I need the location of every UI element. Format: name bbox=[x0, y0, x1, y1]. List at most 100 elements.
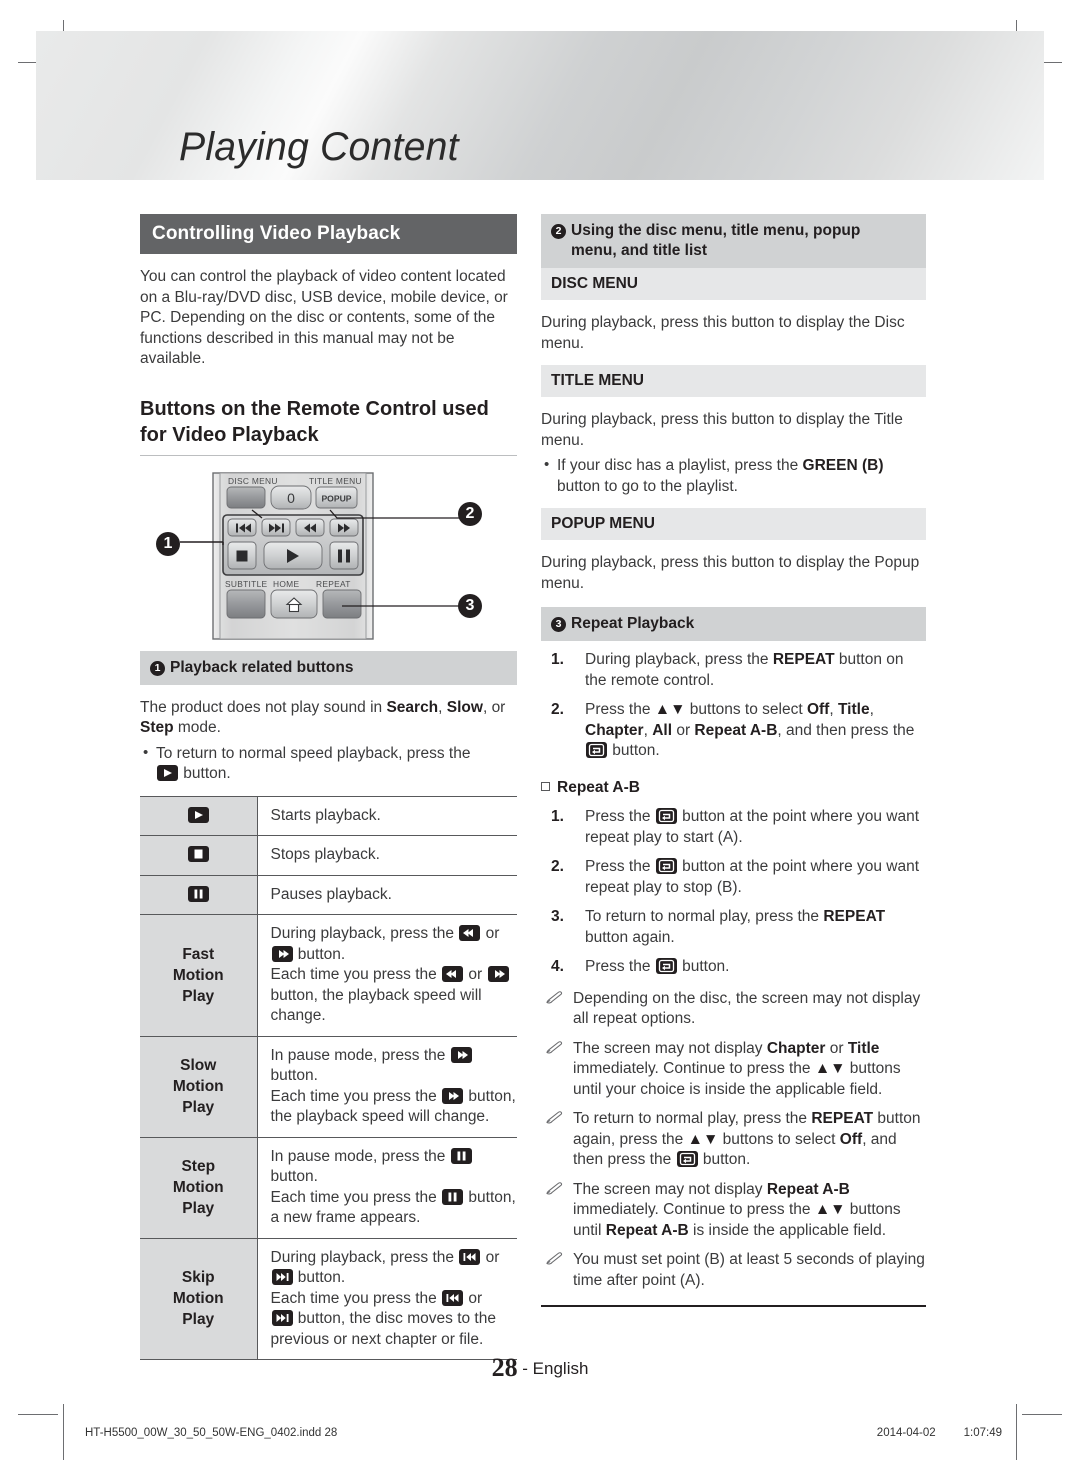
disc-menu-section-heading: 2 Using the disc menu, title menu, popup … bbox=[541, 214, 926, 268]
enter-icon bbox=[676, 1151, 698, 1167]
right-column: 2 Using the disc menu, title menu, popup … bbox=[541, 214, 926, 1307]
marker-2: 2 bbox=[551, 224, 566, 239]
repeat-ab-step-3: 3. To return to normal play, press the RE… bbox=[551, 908, 886, 946]
table-row: Slow Motion Play In pause mode, press th… bbox=[140, 1035, 517, 1137]
skip-next-icon bbox=[271, 1269, 293, 1285]
playback-buttons-heading: 1 Playback related buttons bbox=[140, 650, 517, 685]
row-key-skip-motion-play: Skip Motion Play bbox=[140, 1237, 258, 1360]
subsection-heading: Buttons on the Remote Control used for V… bbox=[140, 397, 489, 446]
callout-3: 3 bbox=[458, 593, 487, 618]
title-menu-title: TITLE MENU bbox=[541, 365, 926, 397]
disc-menu-body: During playback, press this button to di… bbox=[541, 314, 905, 352]
note-5: You must set point (B) at least 5 second… bbox=[541, 1250, 926, 1291]
skip-previous-icon bbox=[442, 1289, 464, 1306]
popup-menu-title: POPUP MENU bbox=[541, 508, 926, 540]
repeat-ab-step-4: 4. Press the button. bbox=[551, 958, 730, 975]
crop-mark-right-bottom bbox=[1022, 1414, 1062, 1415]
row-value-step-motion-play: In pause mode, press the button. Each tim… bbox=[257, 1136, 517, 1238]
disc-menu-heading-line1: Using the disc menu, title menu, popup bbox=[571, 222, 861, 239]
repeat-steps-list: 1. During playback, press the REPEAT butt… bbox=[541, 650, 926, 762]
pencil-icon bbox=[545, 1252, 565, 1273]
svg-text:0: 0 bbox=[287, 490, 295, 506]
row-key-step-motion-play: Step Motion Play bbox=[140, 1136, 258, 1238]
repeat-notes-list: Depending on the disc, the screen may no… bbox=[541, 989, 926, 1292]
section-title-bar: Controlling Video Playback bbox=[140, 214, 517, 254]
repeat-step-2: 2. Press the ▲▼ buttons to select Off, Ti… bbox=[551, 701, 915, 759]
repeat-ab-subheading: Repeat A-B bbox=[541, 778, 926, 799]
imprint-timestamp: 2014-04-02 1:07:49 bbox=[877, 1427, 1002, 1439]
pencil-icon bbox=[545, 990, 565, 1012]
svg-text:REPEAT: REPEAT bbox=[316, 579, 351, 589]
left-column: Controlling Video Playback You can contr… bbox=[140, 214, 517, 1360]
playback-buttons-table: Starts playback. Stops playback. Pauses … bbox=[140, 795, 517, 1361]
page-number: 28 bbox=[491, 1353, 518, 1382]
intro-paragraph: You can control the playback of video co… bbox=[140, 268, 508, 367]
square-bullet-icon bbox=[541, 781, 550, 791]
row-key-pause bbox=[140, 874, 258, 915]
page-number-footer: 28 - English bbox=[0, 1353, 1080, 1383]
repeat-ab-steps-list: 1. Press the button at the point where yo… bbox=[541, 807, 926, 978]
skip-next-icon bbox=[271, 1310, 293, 1326]
section-end-rule bbox=[541, 1305, 926, 1307]
chapter-title: Playing Content bbox=[179, 125, 459, 169]
crop-mark-bottom-right bbox=[1016, 1404, 1017, 1460]
svg-text:TITLE MENU: TITLE MENU bbox=[309, 476, 362, 486]
enter-icon bbox=[655, 808, 677, 824]
enter-icon bbox=[655, 858, 677, 874]
rewind-icon bbox=[442, 966, 464, 982]
svg-text:DISC MENU: DISC MENU bbox=[228, 476, 278, 486]
row-key-play bbox=[140, 795, 258, 836]
enter-icon bbox=[586, 742, 607, 758]
table-row: Starts playback. bbox=[140, 795, 517, 836]
table-row: Fast Motion Play During playback, press … bbox=[140, 914, 517, 1036]
repeat-ab-step-2: 2. Press the button at the point where yo… bbox=[551, 858, 920, 896]
pencil-icon bbox=[545, 1111, 565, 1132]
fast-forward-icon bbox=[487, 966, 509, 982]
row-value-slow-motion-play: In pause mode, press the button. Each tim… bbox=[257, 1035, 517, 1137]
title-menu-body: During playback, press this button to di… bbox=[541, 411, 903, 449]
pencil-icon bbox=[545, 1181, 565, 1203]
rewind-icon bbox=[459, 925, 481, 941]
manual-page: Playing Content Controlling Video Playba… bbox=[0, 0, 1080, 1479]
row-value-skip-motion-play: During playback, press the or button. Eac… bbox=[257, 1237, 517, 1360]
table-row: Skip Motion Play During playback, press … bbox=[140, 1237, 517, 1360]
crop-mark-bottom-left bbox=[63, 1404, 64, 1460]
heading-divider bbox=[140, 454, 517, 456]
page-language: - English bbox=[522, 1359, 589, 1378]
repeat-playback-heading-label: Repeat Playback bbox=[571, 615, 695, 632]
imprint-date: 2014-04-02 bbox=[876, 1427, 936, 1439]
svg-text:SUBTITLE: SUBTITLE bbox=[225, 579, 268, 589]
imprint-filename: HT-H5500_00W_30_50_50W-ENG_0402.indd 28 bbox=[85, 1427, 338, 1439]
normal-speed-bullet-list: To return to normal speed playback, pres… bbox=[140, 743, 517, 785]
note-4: The screen may not display Repeat A-B im… bbox=[541, 1180, 926, 1242]
pause-icon bbox=[450, 1147, 472, 1164]
row-value-stop: Stops playback. bbox=[257, 835, 517, 875]
row-value-fast-motion-play: During playback, press the or button. Eac… bbox=[257, 914, 517, 1036]
table-row: Stops playback. bbox=[140, 835, 517, 875]
normal-speed-bullet: To return to normal speed playback, pres… bbox=[140, 743, 517, 785]
play-icon bbox=[157, 765, 178, 781]
chapter-banner: Playing Content bbox=[36, 31, 1044, 180]
row-key-stop bbox=[140, 835, 258, 875]
fast-forward-icon bbox=[442, 1087, 464, 1104]
row-value-pause: Pauses playback. bbox=[257, 874, 517, 915]
pencil-icon bbox=[545, 1040, 565, 1062]
note-1: Depending on the disc, the screen may no… bbox=[541, 989, 926, 1030]
title-menu-bullet-list: If your disc has a playlist, press the G… bbox=[541, 455, 926, 497]
playlist-bullet: If your disc has a playlist, press the G… bbox=[541, 455, 926, 497]
crop-mark-left-bottom bbox=[18, 1414, 58, 1415]
table-row: Step Motion Play In pause mode, press th… bbox=[140, 1136, 517, 1238]
repeat-step-1: 1. During playback, press the REPEAT butt… bbox=[551, 651, 904, 689]
no-sound-paragraph: The product does not play sound in Searc… bbox=[140, 698, 506, 737]
skip-previous-icon bbox=[459, 1248, 481, 1265]
repeat-ab-step-1: 1. Press the button at the point where yo… bbox=[551, 808, 920, 846]
disc-menu-title: DISC MENU bbox=[541, 268, 926, 300]
imprint-time: 1:07:49 bbox=[963, 1427, 1002, 1439]
row-key-fast-motion-play: Fast Motion Play bbox=[140, 914, 258, 1036]
play-icon bbox=[187, 806, 209, 823]
note-3: To return to normal play, press the REPE… bbox=[541, 1109, 926, 1171]
callout-1: 1 bbox=[156, 531, 185, 556]
svg-text:POPUP: POPUP bbox=[321, 493, 351, 503]
repeat-playback-heading: 3 Repeat Playback bbox=[541, 607, 926, 641]
disc-menu-heading-line2: menu, and title list bbox=[571, 242, 708, 259]
